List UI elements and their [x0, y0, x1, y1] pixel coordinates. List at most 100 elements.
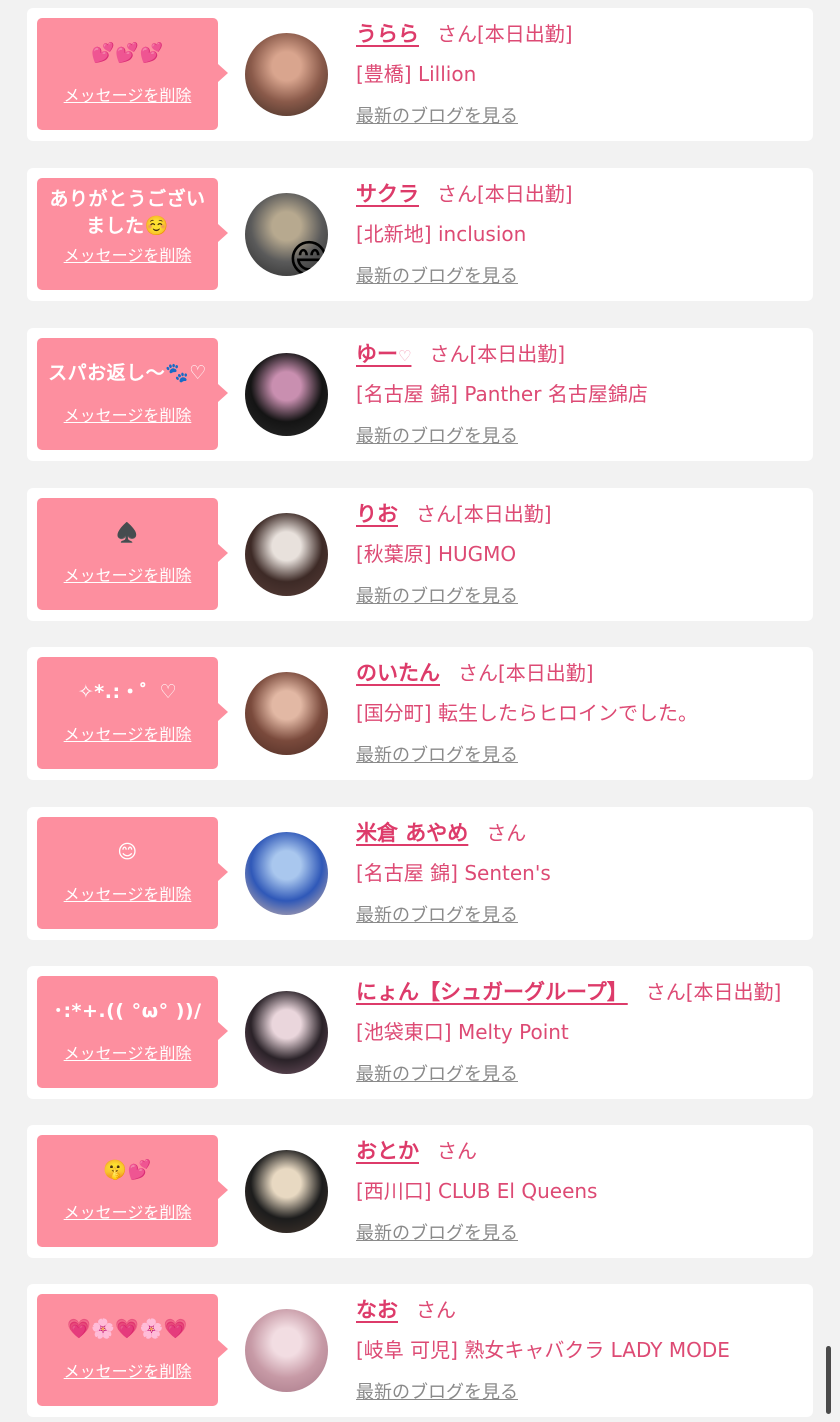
message-bubble: ✧*.:・゜♡ メッセージを削除: [37, 657, 228, 769]
name-row: りお さん[本日出勤]: [356, 498, 552, 528]
message-bubble: 😊 メッセージを削除: [37, 817, 228, 929]
view-blog-link[interactable]: 最新のブログを見る: [356, 741, 518, 767]
cast-name: りお: [356, 502, 398, 526]
view-blog-link[interactable]: 最新のブログを見る: [356, 901, 518, 927]
attendance-status: [本日出勤]: [456, 502, 552, 526]
shop-name: [北新地] inclusion: [356, 222, 527, 246]
avatar[interactable]: [245, 513, 328, 596]
message-card: 💗🌸💗🌸💗 メッセージを削除 なお さん [岐阜 可児] 熟女キャバクラ LADY MO…: [27, 1284, 813, 1417]
name-row: おとか さん: [356, 1135, 477, 1165]
honorific: さん: [437, 182, 477, 206]
name-row: うらら さん[本日出勤]: [356, 18, 573, 48]
message-bubble: ありがとうございました☺️ メッセージを削除: [37, 178, 228, 290]
cast-name-link[interactable]: なお: [356, 1298, 398, 1322]
view-blog-link[interactable]: 最新のブログを見る: [356, 1060, 518, 1086]
shop-name: [豊橋] Lillion: [356, 62, 477, 86]
cast-name: サクラ: [356, 182, 419, 206]
cast-name-link[interactable]: ゆー♡: [356, 342, 411, 366]
avatar[interactable]: [245, 353, 328, 436]
delete-message-link[interactable]: メッセージを削除: [37, 1199, 218, 1223]
delete-message-link[interactable]: メッセージを削除: [37, 242, 218, 266]
name-row: サクラ さん[本日出勤]: [356, 178, 573, 208]
message-bubble: 💕💕💕 メッセージを削除: [37, 18, 228, 130]
avatar[interactable]: [245, 832, 328, 915]
delete-message-link[interactable]: メッセージを削除: [37, 881, 218, 905]
view-blog-link[interactable]: 最新のブログを見る: [356, 1378, 518, 1404]
scrollbar[interactable]: [826, 1346, 831, 1414]
message-bubble: ♠️ メッセージを削除: [37, 498, 228, 610]
view-blog-link[interactable]: 最新のブログを見る: [356, 582, 518, 608]
grin-emoji-icon: 😄: [288, 237, 328, 276]
view-blog-link[interactable]: 最新のブログを見る: [356, 1219, 518, 1245]
delete-message-link[interactable]: メッセージを削除: [37, 1358, 218, 1382]
cast-name: うらら: [356, 22, 419, 46]
cast-name: にょん【シュガーグループ】: [356, 980, 628, 1004]
honorific: さん: [416, 502, 456, 526]
shop-name: [名古屋 錦] Senten's: [356, 861, 551, 885]
delete-message-link[interactable]: メッセージを削除: [37, 721, 218, 745]
message-bubble: ･:*+.(( °ω° ))/ メッセージを削除: [37, 976, 228, 1088]
message-text: 🤫💕: [103, 1159, 152, 1181]
avatar[interactable]: [245, 1150, 328, 1233]
message-text: 😊: [117, 841, 138, 863]
name-row: にょん【シュガーグループ】 さん[本日出勤]: [356, 976, 781, 1006]
honorific: さん: [645, 980, 686, 1004]
message-bubble: 🤫💕 メッセージを削除: [37, 1135, 228, 1247]
message-text: ありがとうございました☺️: [49, 188, 206, 237]
cast-name-link[interactable]: おとか: [356, 1139, 419, 1163]
view-blog-link[interactable]: 最新のブログを見る: [356, 422, 518, 448]
cast-name-link[interactable]: のいたん: [356, 661, 440, 685]
shop-name: [秋葉原] HUGMO: [356, 542, 517, 566]
attendance-status: [本日出勤]: [498, 661, 594, 685]
message-card: 🤫💕 メッセージを削除 おとか さん [西川口] CLUB El Queens 最新のブロ…: [27, 1125, 813, 1258]
honorific: さん: [437, 22, 477, 46]
message-text: スパお返し〜🐾♡: [48, 362, 207, 384]
delete-message-link[interactable]: メッセージを削除: [37, 82, 218, 106]
cast-name-link[interactable]: りお: [356, 502, 398, 526]
avatar[interactable]: [245, 672, 328, 755]
cast-name-link[interactable]: うらら: [356, 22, 419, 46]
shop-name: [西川口] CLUB El Queens: [356, 1179, 598, 1203]
name-row: のいたん さん[本日出勤]: [356, 657, 594, 687]
message-card: スパお返し〜🐾♡ メッセージを削除 ゆー♡ さん[本日出勤] [名古屋 錦] Panth…: [27, 328, 813, 461]
attendance-status: [本日出勤]: [685, 980, 782, 1004]
message-card: ✧*.:・゜♡ メッセージを削除 のいたん さん[本日出勤] [国分町] 転生したらヒロ…: [27, 647, 813, 780]
cast-name-link[interactable]: にょん【シュガーグループ】: [356, 980, 628, 1004]
honorific: さん: [437, 1139, 477, 1163]
cast-name: のいたん: [356, 661, 440, 685]
avatar[interactable]: [245, 1309, 328, 1392]
cast-name: なお: [356, 1298, 398, 1322]
message-card: 😊 メッセージを削除 米倉 あやめ さん [名古屋 錦] Senten's 最新のブログを…: [27, 807, 813, 940]
message-text: ✧*.:・゜♡: [77, 681, 178, 703]
name-row: ゆー♡ さん[本日出勤]: [356, 338, 565, 368]
attendance-status: [本日出勤]: [477, 182, 573, 206]
shop-name: [岐阜 可児] 熟女キャバクラ LADY MODE: [356, 1338, 730, 1362]
avatar[interactable]: 😄: [245, 193, 328, 276]
message-text: ♠️: [115, 522, 140, 544]
name-row: 米倉 あやめ さん: [356, 817, 526, 847]
cast-name: おとか: [356, 1139, 419, 1163]
delete-message-link[interactable]: メッセージを削除: [37, 562, 218, 586]
honorific: さん: [429, 342, 470, 366]
cast-name: ゆー: [356, 342, 398, 366]
message-text: 💕💕💕: [91, 42, 164, 64]
cast-name: 米倉 あやめ: [356, 821, 469, 845]
delete-message-link[interactable]: メッセージを削除: [37, 1040, 218, 1064]
heart-icon: ♡: [398, 347, 412, 365]
honorific: さん: [416, 1298, 456, 1322]
message-card: ♠️ メッセージを削除 りお さん[本日出勤] [秋葉原] HUGMO 最新のブログを見る: [27, 488, 813, 621]
cast-name-link[interactable]: サクラ: [356, 182, 419, 206]
message-card: ･:*+.(( °ω° ))/ メッセージを削除 にょん【シュガーグループ】 さん[本…: [27, 966, 813, 1099]
shop-name: [国分町] 転生したらヒロインでした。: [356, 701, 698, 725]
delete-message-link[interactable]: メッセージを削除: [37, 402, 218, 426]
view-blog-link[interactable]: 最新のブログを見る: [356, 262, 518, 288]
shop-name: [名古屋 錦] Panther 名古屋錦店: [356, 382, 648, 406]
honorific: さん: [486, 821, 527, 845]
avatar[interactable]: [245, 33, 328, 116]
cast-name-link[interactable]: 米倉 あやめ: [356, 821, 468, 845]
attendance-status: [本日出勤]: [477, 22, 573, 46]
message-card: 💕💕💕 メッセージを削除 うらら さん[本日出勤] [豊橋] Lillion 最新のブログ…: [27, 8, 813, 141]
view-blog-link[interactable]: 最新のブログを見る: [356, 102, 518, 128]
message-bubble: スパお返し〜🐾♡ メッセージを削除: [37, 338, 228, 450]
avatar[interactable]: [245, 991, 328, 1074]
